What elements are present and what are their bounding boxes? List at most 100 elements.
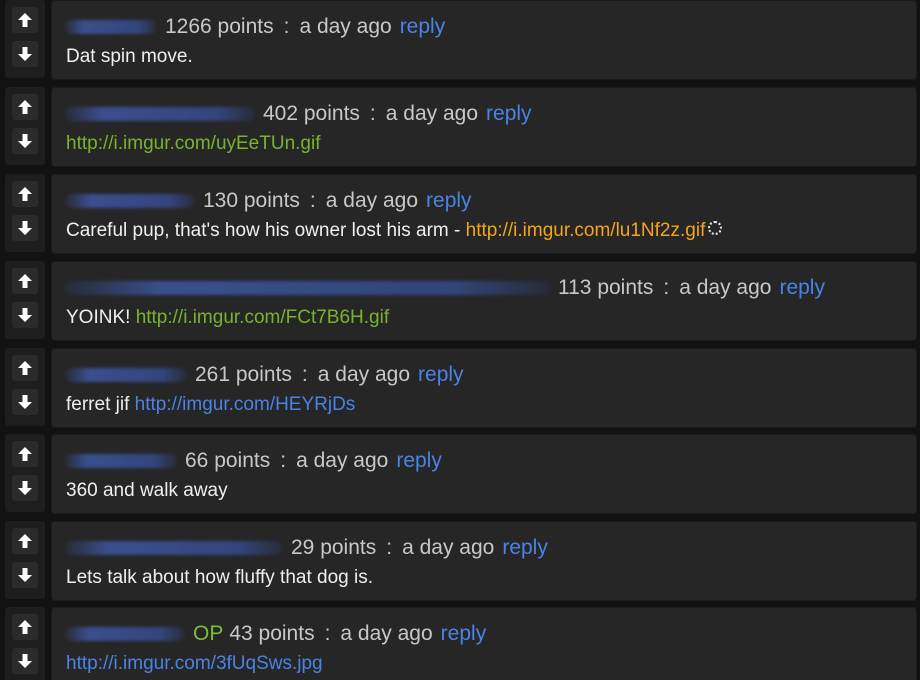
comment-meta: 402 points : a day ago reply: [65, 102, 532, 126]
vote-controls: [5, 0, 45, 78]
timestamp: a day ago: [296, 449, 389, 472]
comment-text-content: Careful pup, that's how his owner lost h…: [66, 220, 466, 241]
author-name-redacted[interactable]: [65, 627, 185, 641]
downvote-button[interactable]: [12, 41, 38, 67]
upvote-button[interactable]: [12, 94, 38, 120]
arrow-down-icon: [18, 654, 32, 668]
comment-body: 1266 points : a day ago reply Dat spin m…: [51, 0, 917, 80]
author-name-redacted[interactable]: [65, 107, 255, 121]
reply-link[interactable]: reply: [441, 622, 487, 646]
comment-text: Dat spin move.: [66, 46, 193, 68]
arrow-up-icon: [18, 100, 32, 114]
comment-body: 29 points : a day ago reply Lets talk ab…: [51, 521, 917, 601]
comment-text-content: 360 and walk away: [66, 480, 228, 501]
upvote-button[interactable]: [12, 355, 38, 381]
downvote-button[interactable]: [12, 562, 38, 588]
image-link[interactable]: http://i.imgur.com/3fUqSws.jpg: [66, 653, 323, 674]
spinner-icon: [708, 221, 723, 235]
points-count: 43 points: [229, 622, 315, 645]
arrow-up-icon: [18, 361, 32, 375]
meta-separator: :: [309, 189, 316, 212]
image-link[interactable]: http://i.imgur.com/uyEeTUn.gif: [66, 133, 321, 154]
author-name-redacted[interactable]: [65, 194, 195, 208]
comment-body: 130 points : a day ago reply Careful pup…: [51, 174, 917, 254]
comment-meta: 113 points : a day ago reply: [65, 276, 825, 300]
points-count: 113 points: [558, 276, 654, 299]
author-name-redacted[interactable]: [65, 368, 187, 382]
comment-text: Lets talk about how fluffy that dog is.: [66, 567, 373, 589]
reply-link[interactable]: reply: [779, 276, 825, 300]
reply-link[interactable]: reply: [418, 363, 464, 387]
vote-controls: [5, 174, 45, 252]
points-count: 1266 points: [165, 15, 274, 38]
comment-text-content: Dat spin move.: [66, 46, 193, 67]
arrow-down-icon: [18, 134, 32, 148]
arrow-up-icon: [18, 620, 32, 634]
downvote-button[interactable]: [12, 128, 38, 154]
comment-meta: 66 points : a day ago reply: [65, 449, 442, 473]
arrow-down-icon: [18, 395, 32, 409]
comment: 113 points : a day ago reply YOINK! http…: [0, 261, 920, 341]
comment-text-content: Lets talk about how fluffy that dog is.: [66, 567, 374, 588]
upvote-button[interactable]: [12, 528, 38, 554]
comment-text-content: ferret jif: [66, 394, 135, 415]
vote-controls: [5, 261, 45, 339]
comment-body: OP 43 points : a day ago reply http://i.…: [51, 607, 917, 680]
points-count: 261 points: [195, 363, 292, 386]
meta-separator: :: [663, 276, 670, 299]
meta-separator: :: [386, 536, 393, 559]
comment: 130 points : a day ago reply Careful pup…: [0, 174, 920, 254]
arrow-down-icon: [18, 481, 32, 495]
reply-link[interactable]: reply: [502, 536, 548, 560]
arrow-down-icon: [18, 221, 32, 235]
comment-text: Careful pup, that's how his owner lost h…: [66, 220, 723, 242]
comment-meta: 261 points : a day ago reply: [65, 363, 464, 387]
author-name-redacted[interactable]: [65, 454, 177, 468]
upvote-button[interactable]: [12, 181, 38, 207]
timestamp: a day ago: [340, 622, 433, 645]
vote-controls: [5, 348, 45, 426]
image-link[interactable]: http://i.imgur.com/FCt7B6H.gif: [136, 307, 389, 328]
comment-body: 261 points : a day ago reply ferret jif …: [51, 348, 917, 428]
comment: 1266 points : a day ago reply Dat spin m…: [0, 0, 920, 80]
comment-text: http://i.imgur.com/uyEeTUn.gif: [66, 133, 321, 155]
reply-link[interactable]: reply: [396, 449, 442, 473]
comment-text: http://i.imgur.com/3fUqSws.jpg: [66, 653, 323, 675]
comment-text-content: YOINK!: [66, 307, 136, 328]
comment-text: 360 and walk away: [66, 480, 228, 502]
downvote-button[interactable]: [12, 302, 38, 328]
vote-controls: [5, 434, 45, 512]
upvote-button[interactable]: [12, 614, 38, 640]
timestamp: a day ago: [402, 536, 495, 559]
author-name-redacted[interactable]: [65, 541, 283, 555]
upvote-button[interactable]: [12, 268, 38, 294]
meta-separator: :: [324, 622, 331, 645]
image-link[interactable]: http://i.imgur.com/lu1Nf2z.gif: [466, 220, 706, 241]
downvote-button[interactable]: [12, 215, 38, 241]
comment-body: 66 points : a day ago reply 360 and walk…: [51, 434, 917, 514]
image-link[interactable]: http://imgur.com/HEYRjDs: [135, 394, 356, 415]
timestamp: a day ago: [325, 189, 419, 212]
upvote-button[interactable]: [12, 7, 38, 33]
arrow-up-icon: [18, 13, 32, 27]
points-count: 402 points: [263, 102, 360, 125]
author-name-redacted[interactable]: [65, 20, 157, 34]
downvote-button[interactable]: [12, 389, 38, 415]
op-badge: OP: [193, 622, 224, 645]
comment-body: 113 points : a day ago reply YOINK! http…: [51, 261, 917, 341]
vote-controls: [5, 521, 45, 599]
arrow-down-icon: [18, 47, 32, 61]
arrow-down-icon: [18, 308, 32, 322]
reply-link[interactable]: reply: [426, 189, 472, 213]
reply-link[interactable]: reply: [400, 15, 446, 39]
timestamp: a day ago: [679, 276, 772, 299]
comment-meta: OP 43 points : a day ago reply: [65, 622, 486, 646]
upvote-button[interactable]: [12, 441, 38, 467]
comment-text: ferret jif http://imgur.com/HEYRjDs: [66, 394, 355, 416]
downvote-button[interactable]: [12, 648, 38, 674]
author-name-redacted[interactable]: [65, 281, 550, 295]
comment-meta: 130 points : a day ago reply: [65, 189, 472, 213]
reply-link[interactable]: reply: [486, 102, 532, 126]
comment: 402 points : a day ago reply http://i.im…: [0, 87, 920, 167]
downvote-button[interactable]: [12, 475, 38, 501]
